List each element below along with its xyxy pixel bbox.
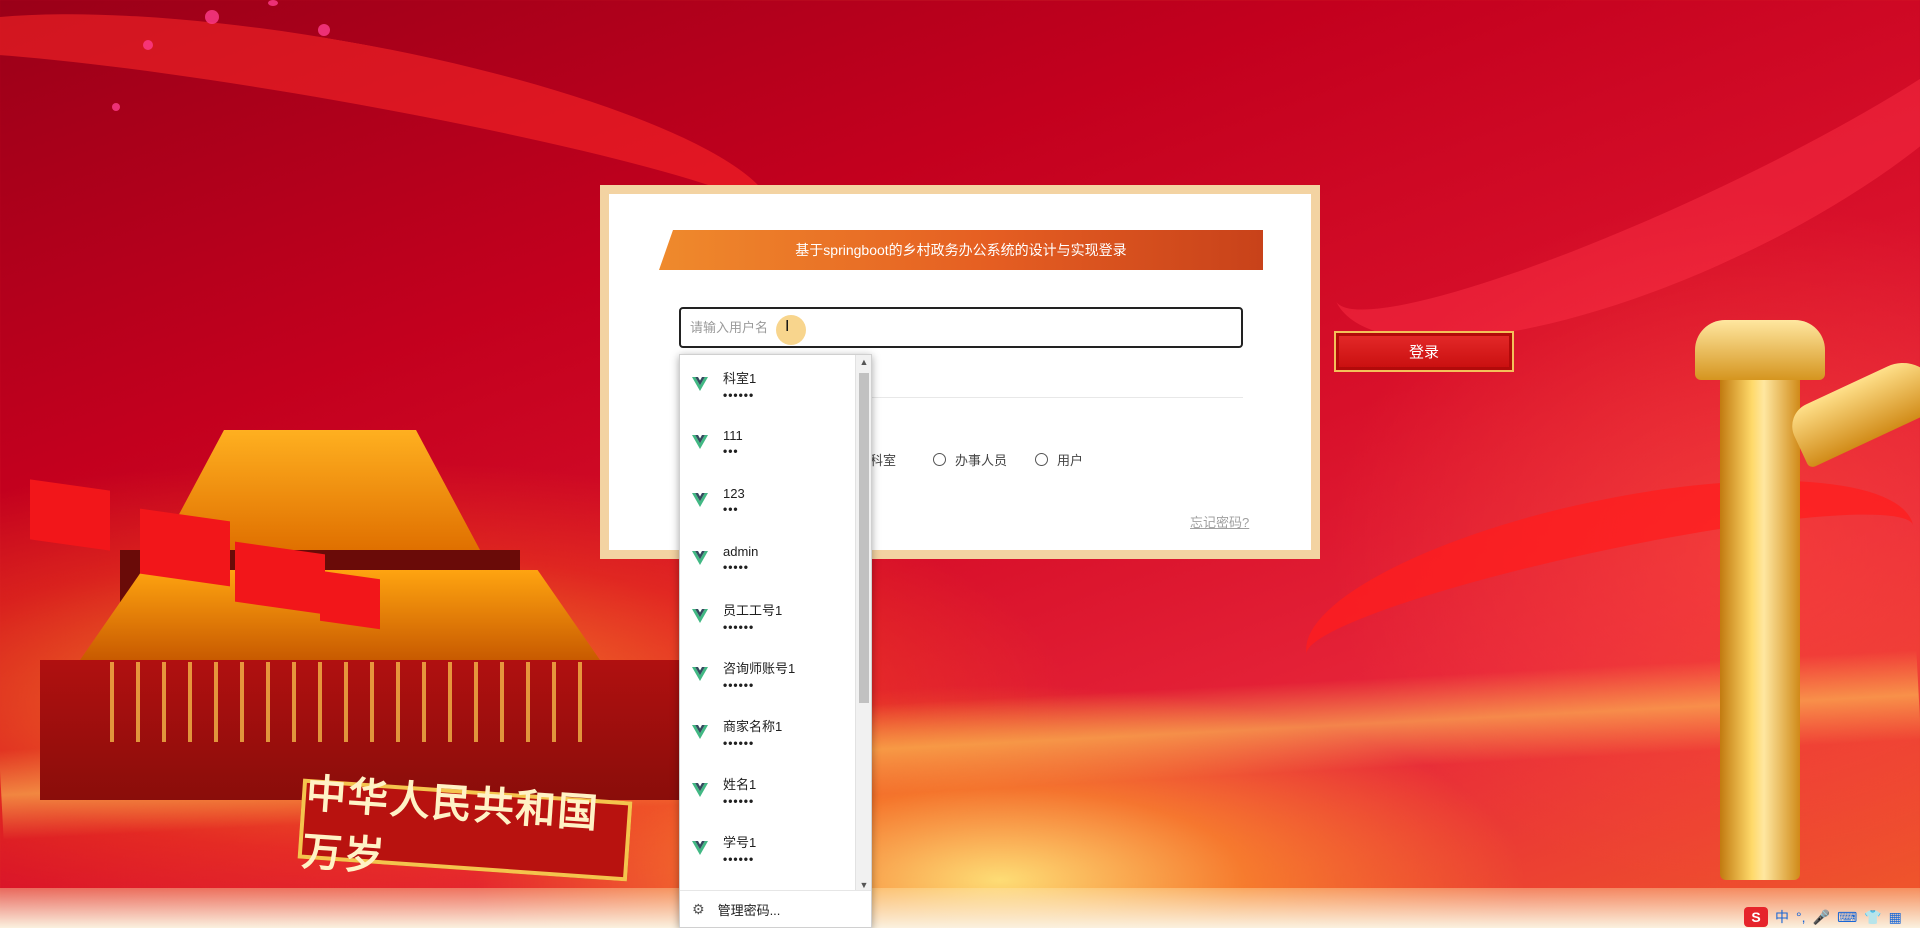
background-huabiao-column — [1720, 360, 1800, 880]
autofill-password-mask: ••••• — [723, 560, 750, 574]
mouse-cursor-highlight — [776, 315, 806, 345]
background-sparkle — [205, 10, 219, 24]
vue-logo-icon — [692, 609, 708, 623]
vue-logo-icon — [692, 783, 708, 797]
vue-logo-icon — [692, 377, 708, 391]
toolbox-grid-icon[interactable]: ▦ — [1889, 909, 1902, 926]
ime-punctuation-indicator[interactable]: °, — [1796, 909, 1806, 925]
background-flag — [235, 541, 325, 615]
sogou-ime-icon[interactable]: S — [1744, 907, 1768, 927]
background-flag — [140, 508, 230, 587]
autofill-entry[interactable]: 123 ••• — [680, 471, 855, 529]
login-title: 基于springboot的乡村政务办公系统的设计与实现登录 — [659, 230, 1263, 270]
background-sparkle — [112, 103, 120, 111]
vue-logo-icon — [692, 667, 708, 681]
scroll-up-arrow-icon[interactable]: ▲ — [856, 355, 872, 369]
vue-logo-icon — [692, 493, 708, 507]
autofill-username: 咨询师账号1 — [723, 661, 796, 676]
autofill-password-mask: ••• — [723, 502, 739, 516]
autofill-username: 姓名1 — [723, 777, 757, 792]
autofill-password-mask: •••••• — [723, 736, 755, 750]
background-ribbon — [1288, 437, 1920, 743]
background-sparkle — [318, 24, 330, 36]
background-flag — [30, 479, 110, 551]
radio-circle-icon[interactable] — [933, 453, 946, 466]
autofill-username: 员工工号1 — [723, 603, 783, 618]
autofill-password-mask: •••••• — [723, 620, 755, 634]
gear-icon: ⚙ — [692, 900, 705, 917]
autofill-entry[interactable]: admin ••••• — [680, 529, 855, 587]
vue-logo-icon — [692, 435, 708, 449]
background-huabiao-cap — [1695, 320, 1825, 380]
radio-circle-icon[interactable] — [1035, 453, 1049, 466]
autofill-username: 111 — [723, 428, 743, 443]
autofill-entry[interactable]: 员工工号1 •••••• — [680, 587, 855, 645]
autofill-entry[interactable]: 咨询师账号1 •••••• — [680, 645, 855, 703]
username-input[interactable] — [679, 307, 1243, 348]
login-button[interactable]: 登录 — [1334, 331, 1514, 372]
keyboard-icon[interactable]: ⌨ — [1837, 909, 1857, 926]
vue-logo-icon — [692, 551, 708, 565]
autofill-dropdown: 科室1 •••••• 111 ••• 123 ••• admin ••••• 员工工号1 ••••… — [679, 354, 872, 928]
scroll-thumb[interactable] — [859, 373, 869, 703]
vue-logo-icon — [692, 841, 708, 855]
role-label: 办事人员 — [955, 453, 1008, 468]
background-bottom-glow — [0, 888, 1920, 928]
role-radio-group: 办事人员 用户 — [878, 450, 1083, 469]
autofill-entry[interactable]: 姓名1 •••••• — [680, 761, 855, 819]
autofill-password-mask: ••• — [723, 444, 739, 458]
background-plaque: 中华人民共和国万岁 — [297, 770, 633, 882]
autofill-password-mask: •••••• — [723, 794, 755, 808]
background-flag — [320, 570, 380, 630]
microphone-icon[interactable]: 🎤 — [1813, 909, 1830, 926]
role-label: 用户 — [1057, 453, 1084, 468]
autofill-username: 科室1 — [723, 371, 757, 386]
dropdown-scrollbar[interactable]: ▲ ▼ — [855, 355, 871, 892]
autofill-username: admin — [723, 544, 759, 559]
autofill-password-mask: •••••• — [723, 852, 755, 866]
autofill-entry[interactable]: 商家名称1 •••••• — [680, 703, 855, 761]
autofill-list: 科室1 •••••• 111 ••• 123 ••• admin ••••• 员工工号1 ••••… — [680, 355, 855, 892]
forgot-password-link[interactable]: 忘记密码? — [1190, 512, 1249, 531]
autofill-entry[interactable]: 111 ••• — [680, 413, 855, 471]
vue-logo-icon — [692, 725, 708, 739]
role-option-user[interactable]: 用户 — [1035, 450, 1083, 469]
autofill-password-mask: •••••• — [723, 678, 755, 692]
autofill-password-mask: •••••• — [723, 388, 755, 402]
manage-passwords-label: 管理密码... — [717, 902, 781, 918]
autofill-username: 学号1 — [723, 835, 757, 850]
autofill-entry[interactable]: 科室1 •••••• — [680, 355, 855, 413]
background-sparkle — [143, 40, 153, 50]
ime-tray: S 中 °, 🎤 ⌨ 👕 ▦ — [1744, 906, 1902, 928]
background-light-streak — [0, 649, 1920, 841]
ime-language-indicator[interactable]: 中 — [1775, 907, 1789, 927]
text-cursor-icon: I — [785, 318, 790, 335]
background-huabiao-wing — [1784, 351, 1920, 469]
skin-shirt-icon[interactable]: 👕 — [1864, 909, 1881, 926]
autofill-entry[interactable]: 学号1 •••••• — [680, 819, 855, 877]
background-sparkle — [268, 0, 278, 6]
manage-passwords-item[interactable]: ⚙ 管理密码... — [680, 890, 871, 927]
autofill-username: 123 — [723, 486, 745, 501]
autofill-username: 商家名称1 — [723, 719, 783, 734]
role-option-staff[interactable]: 办事人员 — [933, 450, 1007, 469]
background-palace — [40, 400, 680, 820]
